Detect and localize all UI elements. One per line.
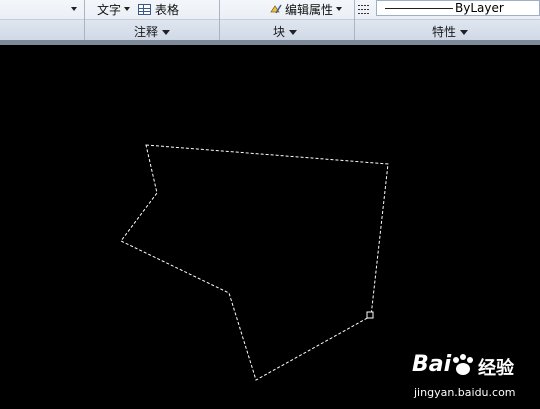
panel-annotation[interactable]: 注释 <box>134 23 171 40</box>
linetype-button[interactable] <box>358 0 376 18</box>
panel-separator <box>219 0 220 40</box>
panel-properties-label: 特性 <box>432 25 457 39</box>
panel-separator <box>84 0 85 40</box>
baidu-jingyan-watermark: Bai 经验 jingyan.baidu.com <box>410 350 538 405</box>
ribbon-panel-bar: 注释 块 特性 <box>0 19 540 41</box>
chevron-down-icon <box>460 30 469 35</box>
panel-annotation-label: 注释 <box>134 25 159 39</box>
panel-separator <box>354 0 355 40</box>
table-button-label: 表格 <box>155 2 180 17</box>
linetype-sample-line <box>385 7 453 9</box>
edit-attributes-label: 编辑属性 <box>285 2 334 17</box>
square-grip-icon[interactable] <box>366 311 374 319</box>
table-button[interactable]: 表格 <box>138 0 179 18</box>
linetype-select[interactable]: ByLayer <box>376 0 540 16</box>
table-icon <box>138 3 151 15</box>
text-button[interactable]: 文字 <box>97 0 131 18</box>
watermark-brand-2: 经验 <box>478 358 514 379</box>
selected-polyline[interactable] <box>120 144 389 381</box>
paw-icon <box>453 354 473 375</box>
chevron-down-icon <box>336 7 343 11</box>
watermark-brand-1: Bai <box>412 352 452 377</box>
linetype-value: ByLayer <box>455 1 504 15</box>
edit-attributes-icon <box>270 4 282 14</box>
linetype-icon <box>358 4 370 14</box>
chevron-down-icon <box>162 30 171 35</box>
edit-attributes-button[interactable]: 编辑属性 <box>270 0 343 18</box>
chevron-down-icon <box>289 30 298 35</box>
panel-properties[interactable]: 特性 <box>432 23 469 40</box>
text-button-label: 文字 <box>97 2 122 17</box>
panel-block[interactable]: 块 <box>273 23 298 40</box>
watermark-url: jingyan.baidu.com <box>414 386 516 399</box>
chevron-down-icon <box>71 7 77 11</box>
ribbon-toolbar: 文字 表格 编辑属性 ByLayer 注释 块 特性 <box>0 0 540 41</box>
ribbon-dropdown-arrow[interactable] <box>68 0 77 18</box>
chevron-down-icon <box>124 7 131 11</box>
panel-block-label: 块 <box>273 25 286 39</box>
ribbon-controls-row: 文字 表格 编辑属性 ByLayer <box>0 0 540 19</box>
